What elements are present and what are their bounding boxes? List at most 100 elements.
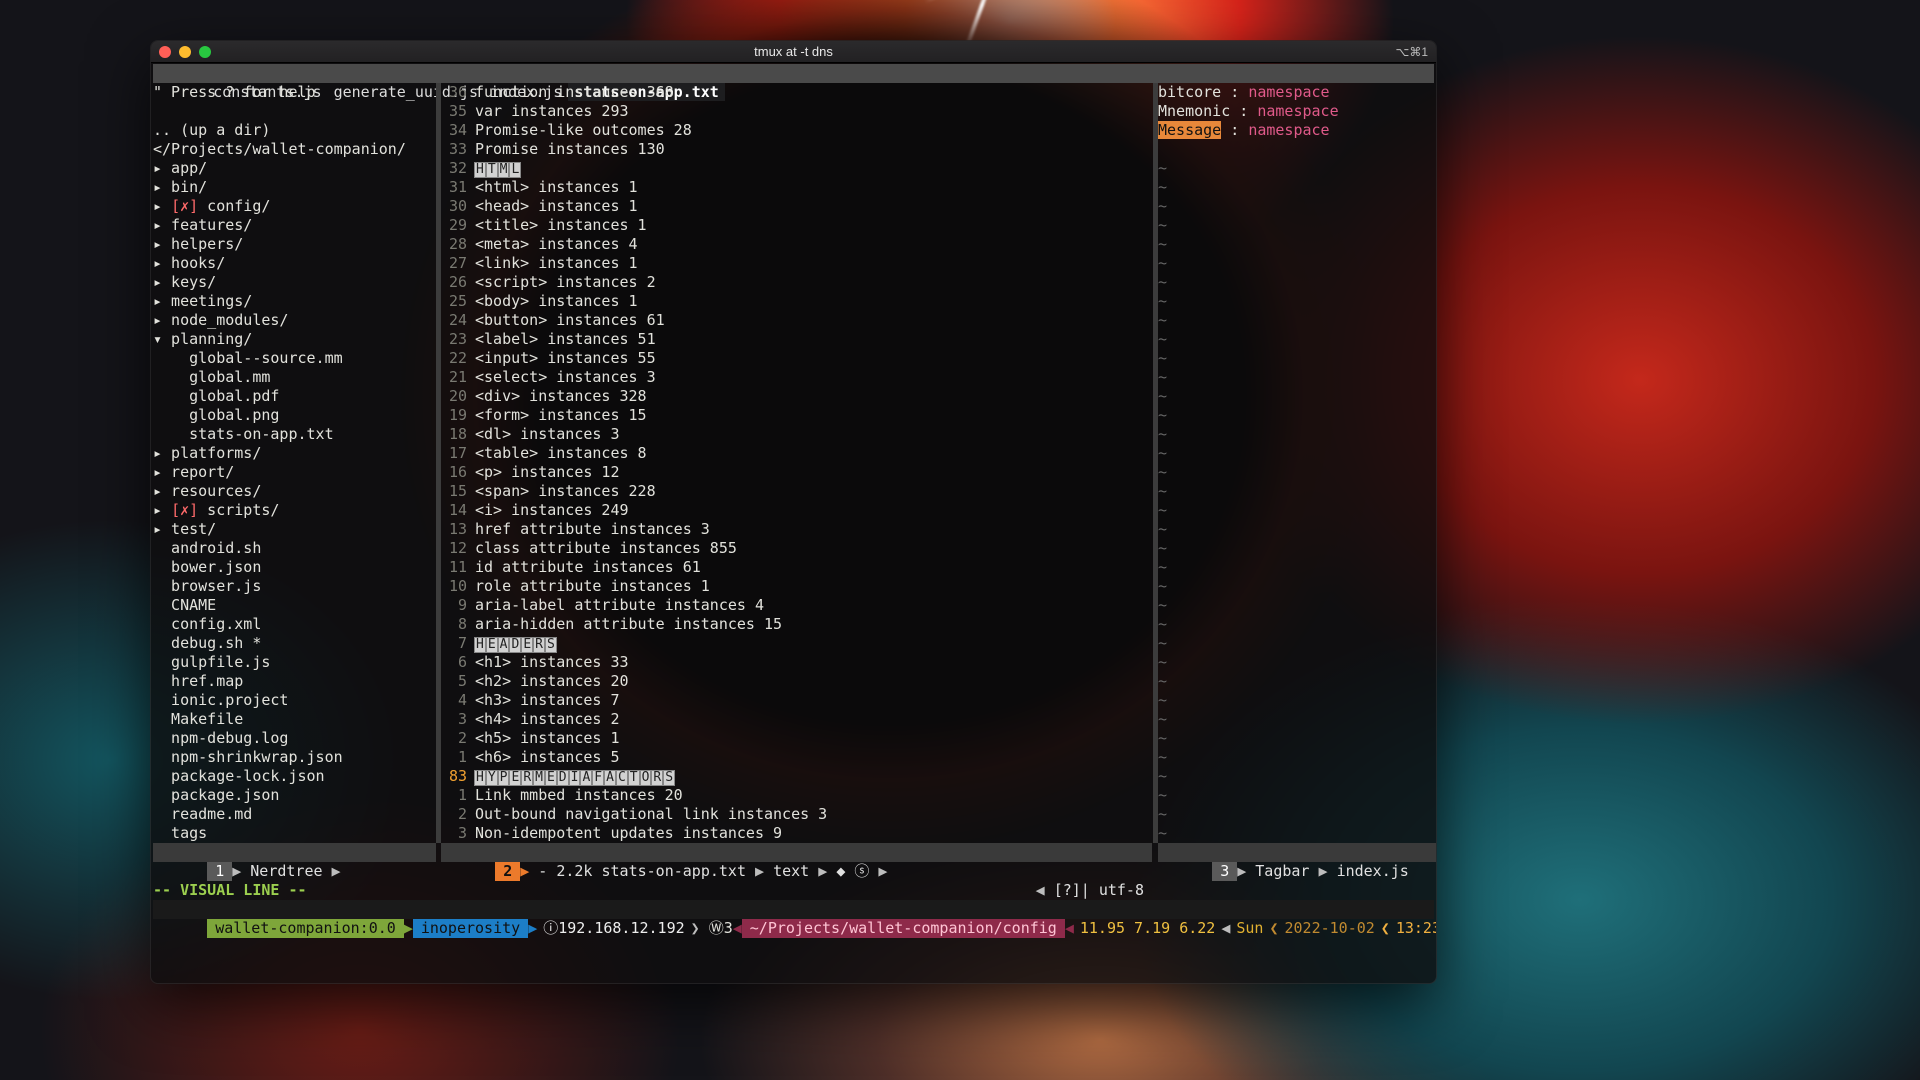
nerdtree-item[interactable]: ▸ [✗] scripts/	[153, 501, 436, 520]
nerdtree-item[interactable]: ▸ platforms/	[153, 444, 436, 463]
nerdtree-item[interactable]: ▸ [✗] config/	[153, 197, 436, 216]
editor-line[interactable]: 28 <meta> instances 4	[441, 235, 1152, 254]
tag-name[interactable]: Message	[1158, 121, 1222, 139]
nerdtree-item[interactable]	[153, 102, 436, 121]
nerdtree-item[interactable]: gulpfile.js	[153, 653, 436, 672]
editor-line[interactable]: 23 <label> instances 51	[441, 330, 1152, 349]
nerdtree-item[interactable]: Makefile	[153, 710, 436, 729]
editor-line[interactable]: 15 <span> instances 228	[441, 482, 1152, 501]
editor-pane[interactable]: 36 function instances 368 35 var instances …	[441, 83, 1152, 843]
tagbar-entry[interactable]: Mnemonic : namespace	[1158, 102, 1436, 121]
tag-name[interactable]: bitcore	[1158, 83, 1221, 101]
nerdtree-item[interactable]: ▸ app/	[153, 159, 436, 178]
nerdtree-item[interactable]: ▸ node_modules/	[153, 311, 436, 330]
editor-line[interactable]: 2 <h5> instances 1	[441, 729, 1152, 748]
terminal-window[interactable]: tmux at -t dns ⌥⌘1 constants.js generate_…	[150, 40, 1437, 984]
editor-line[interactable]: 19 <form> instances 15	[441, 406, 1152, 425]
nerdtree-item[interactable]: readme.md	[153, 805, 436, 824]
nerdtree-item[interactable]: ▸ resources/	[153, 482, 436, 501]
close-icon[interactable]	[159, 46, 171, 58]
editor-line[interactable]: 3 Non-idempotent updates instances 9	[441, 824, 1152, 843]
nerdtree-item[interactable]: ▸ hooks/	[153, 254, 436, 273]
nerdtree-item[interactable]: stats-on-app.txt	[153, 425, 436, 444]
editor-line[interactable]: 24 <button> instances 61	[441, 311, 1152, 330]
tag-name[interactable]: Mnemonic	[1158, 102, 1230, 120]
nerdtree-item[interactable]: debug.sh *	[153, 634, 436, 653]
editor-line[interactable]: 30 <head> instances 1	[441, 197, 1152, 216]
editor-line[interactable]: 29 <title> instances 1	[441, 216, 1152, 235]
editor-line[interactable]: 26 <script> instances 2	[441, 273, 1152, 292]
window-number: 2	[495, 862, 521, 881]
nerdtree-item[interactable]: ▸ features/	[153, 216, 436, 235]
editor-line[interactable]: 12 class attribute instances 855	[441, 539, 1152, 558]
editor-line[interactable]: 14 <i> instances 249	[441, 501, 1152, 520]
nerdtree-item[interactable]: global--source.mm	[153, 349, 436, 368]
nerdtree-item[interactable]: android.sh	[153, 539, 436, 558]
tagbar-entry[interactable]: Message : namespace	[1158, 121, 1436, 140]
nerdtree-item[interactable]: global.mm	[153, 368, 436, 387]
editor-line[interactable]: 1 <h6> instances 5	[441, 748, 1152, 767]
editor-line[interactable]: 33 Promise instances 130	[441, 140, 1152, 159]
editor-line[interactable]: 20 <div> instances 328	[441, 387, 1152, 406]
tmux-session[interactable]: wallet-companion:0.0	[207, 919, 404, 938]
editor-line[interactable]: 17 <table> instances 8	[441, 444, 1152, 463]
tilde-line: ~	[1158, 482, 1168, 500]
editor-line[interactable]: 3 <h4> instances 2	[441, 710, 1152, 729]
nerdtree-item[interactable]: global.pdf	[153, 387, 436, 406]
tagbar-pane[interactable]: bitcore : namespace Mnemonic : namespace M…	[1158, 83, 1436, 843]
editor-line[interactable]: 1 Link mmbed instances 20	[441, 786, 1152, 805]
editor-line[interactable]: 21 <select> instances 3	[441, 368, 1152, 387]
editor-line[interactable]: 25 <body> instances 1	[441, 292, 1152, 311]
editor-line[interactable]: 35 var instances 293	[441, 102, 1152, 121]
editor-line[interactable]: 11 id attribute instances 61	[441, 558, 1152, 577]
nerdtree-item[interactable]: ▾ planning/	[153, 330, 436, 349]
editor-line[interactable]: 13 href attribute instances 3	[441, 520, 1152, 539]
tilde-line: ~	[1158, 387, 1168, 405]
editor-line[interactable]: 10 role attribute instances 1	[441, 577, 1152, 596]
nerdtree-item[interactable]: ▸ report/	[153, 463, 436, 482]
editor-line[interactable]: 4 <h3> instances 7	[441, 691, 1152, 710]
nerdtree-item[interactable]: CNAME	[153, 596, 436, 615]
editor-line[interactable]: 6 <h1> instances 33	[441, 653, 1152, 672]
nerdtree-item[interactable]: </Projects/wallet-companion/	[153, 140, 436, 159]
nerdtree-item[interactable]: package.json	[153, 786, 436, 805]
editor-line[interactable]: 36 function instances 368	[441, 83, 1152, 102]
vim-screen[interactable]: constants.js generate_uuid.js index.js stat…	[153, 64, 1436, 983]
nerdtree-item[interactable]: bower.json	[153, 558, 436, 577]
nerdtree-item[interactable]: npm-shrinkwrap.json	[153, 748, 436, 767]
nerdtree-item[interactable]: ▸ meetings/	[153, 292, 436, 311]
zoom-icon[interactable]	[199, 46, 211, 58]
editor-line[interactable]: 9 aria-label attribute instances 4	[441, 596, 1152, 615]
editor-line[interactable]: 8 aria-hidden attribute instances 15	[441, 615, 1152, 634]
nerdtree-item[interactable]: ▸ keys/	[153, 273, 436, 292]
editor-line[interactable]: 18 <dl> instances 3	[441, 425, 1152, 444]
nerdtree-item[interactable]: tags	[153, 824, 436, 843]
editor-line[interactable]: 16 <p> instances 12	[441, 463, 1152, 482]
nerdtree-item[interactable]: browser.js	[153, 577, 436, 596]
editor-line[interactable]: 83HYPERMEDIAFACTORSHYPERMEDIAFACTORS	[441, 767, 1152, 786]
title-bar[interactable]: tmux at -t dns ⌥⌘1	[151, 41, 1436, 63]
editor-line[interactable]: 27 <link> instances 1	[441, 254, 1152, 273]
nerdtree-item[interactable]: .. (up a dir)	[153, 121, 436, 140]
nerdtree-item[interactable]: ▸ test/	[153, 520, 436, 539]
nerdtree-pane[interactable]: " Press ? for help .. (up a dir) </Project…	[153, 83, 436, 843]
nerdtree-item[interactable]: ▸ helpers/	[153, 235, 436, 254]
nerdtree-item[interactable]: config.xml	[153, 615, 436, 634]
editor-line[interactable]: 5 <h2> instances 20	[441, 672, 1152, 691]
tmux-window[interactable]: inoperosity	[412, 919, 529, 938]
nerdtree-item[interactable]: global.png	[153, 406, 436, 425]
nerdtree-item[interactable]: npm-debug.log	[153, 729, 436, 748]
nerdtree-item[interactable]: package-lock.json	[153, 767, 436, 786]
editor-line[interactable]: 32 HTMLHTML	[441, 159, 1152, 178]
nerdtree-item[interactable]: ▸ bin/	[153, 178, 436, 197]
editor-line[interactable]: 31 <html> instances 1	[441, 178, 1152, 197]
editor-line[interactable]: 2 Out-bound navigational link instances 3	[441, 805, 1152, 824]
nerdtree-item[interactable]: href.map	[153, 672, 436, 691]
nerdtree-item[interactable]: ionic.project	[153, 691, 436, 710]
editor-line[interactable]: 34 Promise-like outcomes 28	[441, 121, 1152, 140]
minimize-icon[interactable]	[179, 46, 191, 58]
nerdtree-item[interactable]: " Press ? for help	[153, 83, 436, 102]
tagbar-entry[interactable]: bitcore : namespace	[1158, 83, 1436, 102]
editor-line[interactable]: 7HEADERSHEADERS	[441, 634, 1152, 653]
editor-line[interactable]: 22 <input> instances 55	[441, 349, 1152, 368]
